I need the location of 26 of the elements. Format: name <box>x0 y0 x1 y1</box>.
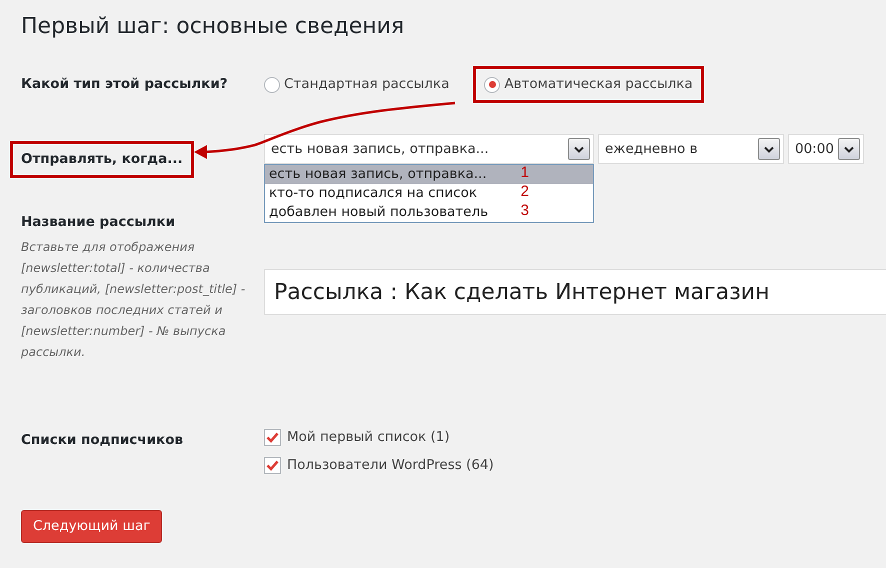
caret-icon[interactable] <box>838 138 860 160</box>
next-button[interactable]: Следующий шаг <box>21 510 162 543</box>
dropdown-option[interactable]: добавлен новый пользователь 3 <box>265 203 593 222</box>
field-label: Отправлять, когда... <box>10 141 194 178</box>
annotation-number: 1 <box>520 165 529 184</box>
checkbox-label: Пользователи WordPress (64) <box>287 456 494 476</box>
field-label: Какой тип этой рассылки? <box>21 75 229 94</box>
checkbox-label: Мой первый список (1) <box>287 428 450 448</box>
page-title: Первый шаг: основные сведения <box>21 14 406 40</box>
radio-option[interactable]: Стандартная рассылка <box>264 74 450 95</box>
field-label: Списки подписчиков <box>21 431 184 450</box>
caret-icon[interactable] <box>758 138 780 160</box>
event-select[interactable]: есть новая запись, отправка... <box>264 134 594 164</box>
annotation-number: 3 <box>520 203 529 222</box>
field-label: Название рассылки <box>21 213 176 232</box>
name-input[interactable]: Рассылка : Как сделать Интернет магазин <box>264 269 886 316</box>
dropdown-option[interactable]: кто-то подписался на список 2 <box>265 184 593 204</box>
caret-icon[interactable] <box>568 138 590 160</box>
frequency-select[interactable]: ежедневно в <box>598 134 784 164</box>
hint-text: Вставьте для отображения [newsletter:total] - количества публикаций, [newsletter:post_title] - заголовков последних статей и [newsletter:number] - № выпуска рассылки. <box>21 238 246 361</box>
checkbox[interactable] <box>264 428 281 446</box>
time-select[interactable]: 00:00 <box>788 134 864 164</box>
dropdown-option[interactable]: есть новая запись, отправка... 1 <box>265 165 593 184</box>
annotation-number: 2 <box>520 184 529 202</box>
radio-option[interactable]: Автоматическая рассылка <box>473 66 704 103</box>
checkbox[interactable] <box>264 456 281 474</box>
